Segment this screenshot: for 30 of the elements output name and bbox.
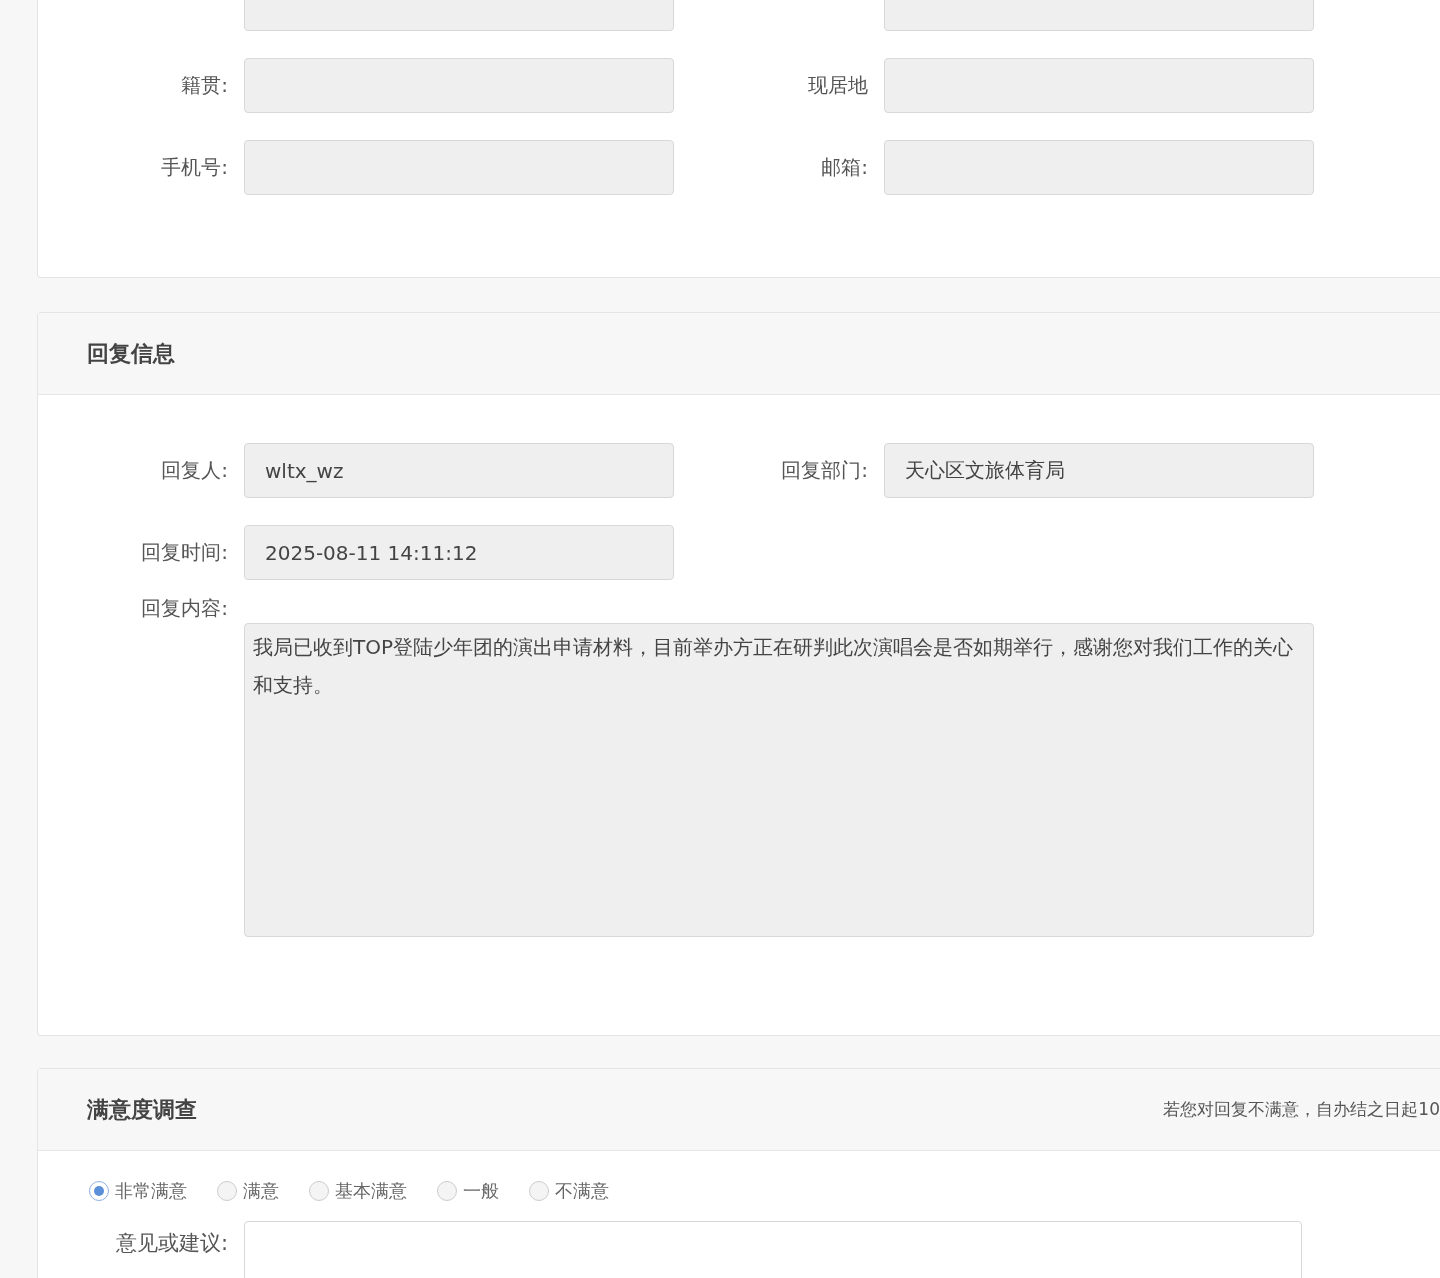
field-label: 现居地 [808, 73, 868, 97]
input-field[interactable]: wltx_wz [244, 443, 674, 498]
radio-option[interactable]: 满意 [217, 1179, 279, 1203]
radio-button[interactable] [217, 1181, 237, 1201]
radio-button[interactable] [437, 1181, 457, 1201]
field-label: 邮箱: [821, 155, 868, 179]
input-field[interactable]: 2025-08-11 14:11:12 [244, 525, 674, 580]
field-label: 意见或建议: [114, 1230, 228, 1257]
section-title: 回复信息 [87, 339, 175, 368]
input-field[interactable] [244, 58, 674, 113]
field-label: 回复时间: [141, 540, 228, 564]
radio-option[interactable]: 非常满意 [89, 1179, 187, 1203]
text-area[interactable]: 我局已收到TOP登陆少年团的演出申请材料，目前举办方正在研判此次演唱会是否如期举行，感谢您对我们工作的关心和支持。 [244, 623, 1314, 937]
radio-button[interactable] [309, 1181, 329, 1201]
radio-option[interactable]: 一般 [437, 1179, 499, 1203]
field-label: 回复内容: [141, 596, 228, 620]
field-label: 籍贯: [181, 73, 228, 97]
input-field[interactable] [884, 140, 1314, 195]
field-label: 手机号: [161, 155, 228, 179]
input-field[interactable] [244, 140, 674, 195]
field-label: 回复人: [161, 458, 228, 482]
hint-text: 若您对回复不满意，自办结之日起10 [1163, 1098, 1440, 1121]
section-title: 满意度调查 [87, 1095, 197, 1124]
input-field[interactable]: 天心区文旅体育局 [884, 443, 1314, 498]
radio-option[interactable]: 不满意 [529, 1179, 609, 1203]
radio-button[interactable] [89, 1181, 109, 1201]
input-field[interactable] [884, 58, 1314, 113]
radio-button[interactable] [529, 1181, 549, 1201]
radio-option[interactable]: 基本满意 [309, 1179, 407, 1203]
field-label: 回复部门: [781, 458, 868, 482]
